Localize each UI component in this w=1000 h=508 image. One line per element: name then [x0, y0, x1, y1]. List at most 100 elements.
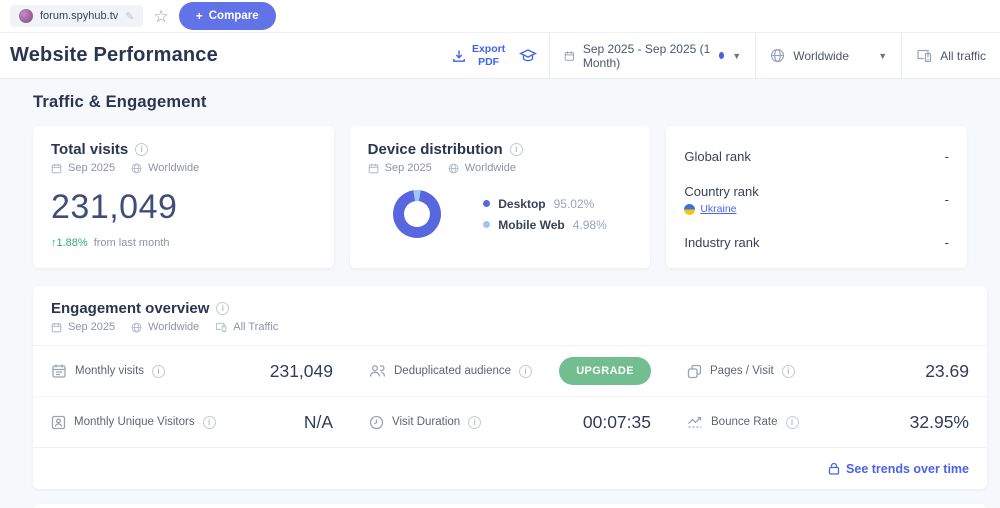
metric-value: N/A: [303, 411, 333, 432]
total-visits-card: Total visits i Sep 2025 Worldwide 231,04…: [33, 126, 334, 268]
devices-icon: [917, 49, 932, 62]
industry-rank-value: -: [944, 235, 950, 250]
country-rank-row: Country rank Ukraine -: [684, 174, 949, 225]
top-bar: forum.spyhub.tv ✎ ☆ + Compare: [0, 0, 1000, 33]
unique-visitors-icon: [51, 415, 66, 430]
device-distribution-title: Device distribution: [367, 141, 503, 158]
audience-icon: [369, 364, 386, 378]
globe-icon: [131, 322, 142, 332]
metric-label: Deduplicated audience: [394, 365, 512, 377]
geo-filter-value: Worldwide: [793, 48, 850, 63]
info-icon[interactable]: i: [152, 364, 166, 378]
metric-label: Pages / Visit: [710, 365, 774, 377]
pages-icon: [687, 364, 702, 379]
page-header: Website Performance Export PDF Sep 2025 …: [0, 33, 1000, 79]
change-up-indicator: ↑1.88%: [51, 237, 88, 249]
main-content: Traffic & Engagement Total visits i Sep …: [0, 79, 1000, 508]
calendar-icon: [368, 163, 379, 173]
clock-icon: [369, 415, 384, 430]
card-date: Sep 2025: [68, 321, 116, 333]
industry-rank-row: Industry rank -: [684, 225, 949, 260]
card-geo: Worldwide: [148, 162, 200, 174]
compare-button[interactable]: + Compare: [178, 2, 276, 30]
info-icon[interactable]: i: [785, 415, 799, 429]
globe-icon: [131, 163, 142, 173]
card-filters: Sep 2025 Worldwide All Traffic: [51, 321, 969, 333]
bounce-rate-icon: [687, 415, 703, 429]
total-visits-title: Total visits: [51, 141, 129, 158]
section-title: Traffic & Engagement: [33, 93, 207, 111]
learn-button[interactable]: [517, 33, 549, 78]
metric-value: 32.95%: [909, 411, 969, 432]
metric-monthly-unique-visitors: Monthly Unique Visitors i N/A: [51, 397, 333, 447]
metric-value: 00:07:35: [582, 411, 651, 432]
geo-selector[interactable]: Worldwide ▼: [756, 33, 901, 78]
header-controls: Export PDF Sep 2025 - Sep 2025 (1 Month)…: [440, 33, 1000, 78]
calendar-icon: [564, 50, 575, 61]
info-icon[interactable]: i: [216, 302, 230, 315]
legend-label: Mobile Web: [498, 217, 565, 232]
lock-icon: [828, 462, 840, 475]
rank-card: Global rank - Country rank Ukraine - Ind…: [666, 126, 968, 268]
global-rank-row: Global rank -: [684, 139, 949, 174]
traffic-selector[interactable]: All traffic: [902, 33, 1000, 78]
metric-label: Monthly Unique Visitors: [74, 416, 195, 428]
download-icon: [452, 49, 466, 63]
metric-pages-per-visit: Pages / Visit i 23.69: [687, 346, 969, 396]
metric-bounce-rate: Bounce Rate i 32.95%: [687, 397, 969, 447]
export-pdf-button[interactable]: Export PDF: [440, 33, 517, 78]
legend-label: Desktop: [498, 196, 546, 211]
global-rank-value: -: [944, 149, 950, 164]
device-donut-chart: [393, 190, 442, 238]
engagement-overview-title: Engagement overview: [51, 300, 210, 317]
change-note: from last month: [93, 237, 170, 249]
country-link[interactable]: Ukraine: [700, 203, 736, 215]
engagement-metrics-grid: Monthly visits i 231,049 Deduplicated au…: [33, 345, 987, 447]
metric-label: Monthly visits: [75, 365, 145, 377]
traffic-filter-value: All traffic: [940, 48, 986, 63]
legend-value: 95.02%: [553, 196, 595, 211]
info-icon[interactable]: i: [202, 415, 216, 429]
upgrade-button[interactable]: UPGRADE: [559, 357, 651, 385]
ukraine-flag-icon: [684, 203, 696, 215]
calendar-icon: [51, 322, 62, 332]
info-icon[interactable]: i: [519, 364, 533, 378]
date-notification-dot: [718, 52, 725, 59]
card-geo: Worldwide: [464, 162, 516, 174]
device-legend: Desktop 95.02% Mobile Web 4.98%: [483, 197, 607, 232]
page-title: Website Performance: [10, 44, 218, 66]
metric-value: 231,049: [269, 360, 333, 381]
card-filters: Sep 2025 Worldwide: [51, 162, 316, 174]
date-range-selector[interactable]: Sep 2025 - Sep 2025 (1 Month) ▼: [550, 33, 755, 78]
device-distribution-card: Device distribution i Sep 2025 Worldwide: [349, 126, 651, 268]
info-icon[interactable]: i: [135, 143, 149, 156]
mobile-web-dot-icon: [483, 221, 491, 228]
see-trends-link[interactable]: See trends over time: [828, 462, 969, 476]
export-pdf-label: Export PDF: [471, 43, 506, 68]
info-icon[interactable]: i: [781, 364, 795, 378]
summary-cards-row: Total visits i Sep 2025 Worldwide 231,04…: [33, 126, 968, 268]
compare-button-label: Compare: [208, 10, 259, 22]
legend-item-desktop: Desktop 95.02%: [483, 197, 606, 211]
calendar-icon: [51, 163, 62, 173]
edit-pencil-icon[interactable]: ✎: [125, 10, 134, 23]
info-icon[interactable]: i: [509, 143, 523, 156]
calendar-icon: [51, 363, 67, 379]
country-rank-value: -: [944, 192, 950, 207]
info-icon[interactable]: i: [468, 415, 482, 429]
next-card-partial: [33, 504, 987, 508]
industry-rank-label: Industry rank: [684, 235, 760, 250]
global-rank-label: Global rank: [684, 149, 751, 164]
site-name: forum.spyhub.tv: [40, 10, 119, 22]
card-filters: Sep 2025 Worldwide: [368, 162, 633, 174]
chevron-down-icon: ▼: [878, 50, 888, 61]
see-trends-label: See trends over time: [846, 461, 969, 476]
legend-item-mobile-web: Mobile Web 4.98%: [483, 217, 607, 232]
metric-visit-duration: Visit Duration i 00:07:35: [369, 397, 651, 447]
favorite-star-icon[interactable]: ☆: [153, 8, 168, 25]
site-selector[interactable]: forum.spyhub.tv ✎: [10, 5, 144, 27]
globe-icon: [771, 48, 785, 63]
change-percent: 1.88%: [56, 237, 88, 249]
card-date: Sep 2025: [68, 162, 116, 174]
metric-monthly-visits: Monthly visits i 231,049: [51, 346, 333, 396]
